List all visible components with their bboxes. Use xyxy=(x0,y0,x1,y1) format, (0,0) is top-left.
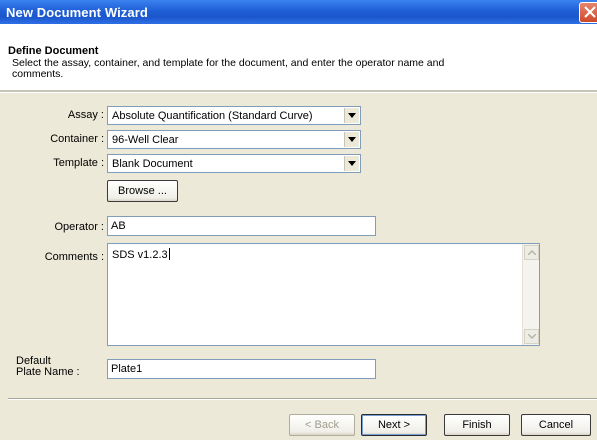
template-label: Template : xyxy=(53,157,104,169)
text-caret xyxy=(168,248,170,260)
operator-input[interactable]: AB xyxy=(107,216,376,236)
close-icon xyxy=(584,6,596,18)
assay-select-value: Absolute Quantification (Standard Curve) xyxy=(112,110,313,122)
comments-textarea[interactable]: SDS v1.2.3 xyxy=(107,243,540,346)
finish-button[interactable]: Finish xyxy=(444,414,510,436)
scroll-down-button[interactable] xyxy=(524,329,539,344)
assay-dropdown-button[interactable] xyxy=(344,108,359,123)
chevron-down-icon xyxy=(528,334,536,339)
plate-name-label: Default Plate Name : xyxy=(16,356,104,378)
plate-name-input[interactable]: Plate1 xyxy=(107,359,376,379)
plate-name-label-line2: Plate Name : xyxy=(16,366,80,378)
chevron-down-icon xyxy=(348,161,356,166)
close-button[interactable] xyxy=(579,2,597,23)
operator-input-value: AB xyxy=(111,220,126,232)
template-dropdown-button[interactable] xyxy=(344,156,359,171)
container-label: Container : xyxy=(50,133,104,145)
comments-text: SDS v1.2.3 xyxy=(112,248,170,261)
cancel-button[interactable]: Cancel xyxy=(521,414,591,436)
next-button[interactable]: Next > xyxy=(361,414,427,436)
comments-label: Comments : xyxy=(44,251,104,263)
chevron-down-icon xyxy=(348,137,356,142)
container-select-value: 96-Well Clear xyxy=(112,134,179,146)
page-title: Define Document xyxy=(8,45,99,57)
container-dropdown-button[interactable] xyxy=(344,132,359,147)
browse-button[interactable]: Browse ... xyxy=(107,180,178,202)
assay-select[interactable]: Absolute Quantification (Standard Curve) xyxy=(107,106,361,125)
template-select-value: Blank Document xyxy=(112,158,193,170)
window-title: New Document Wizard xyxy=(6,5,148,20)
page-description: Select the assay, container, and templat… xyxy=(12,57,445,80)
title-bar[interactable]: New Document Wizard xyxy=(0,0,597,24)
template-select[interactable]: Blank Document xyxy=(107,154,361,173)
header-divider xyxy=(0,90,597,93)
comments-scrollbar[interactable] xyxy=(522,244,539,345)
scroll-up-button[interactable] xyxy=(524,245,539,260)
assay-label: Assay : xyxy=(67,109,104,121)
operator-label: Operator : xyxy=(54,221,104,233)
container-select[interactable]: 96-Well Clear xyxy=(107,130,361,149)
plate-name-input-value: Plate1 xyxy=(111,363,143,375)
chevron-up-icon xyxy=(528,250,536,255)
chevron-down-icon xyxy=(348,113,356,118)
footer-divider xyxy=(8,398,597,400)
back-button[interactable]: < Back xyxy=(289,414,355,436)
